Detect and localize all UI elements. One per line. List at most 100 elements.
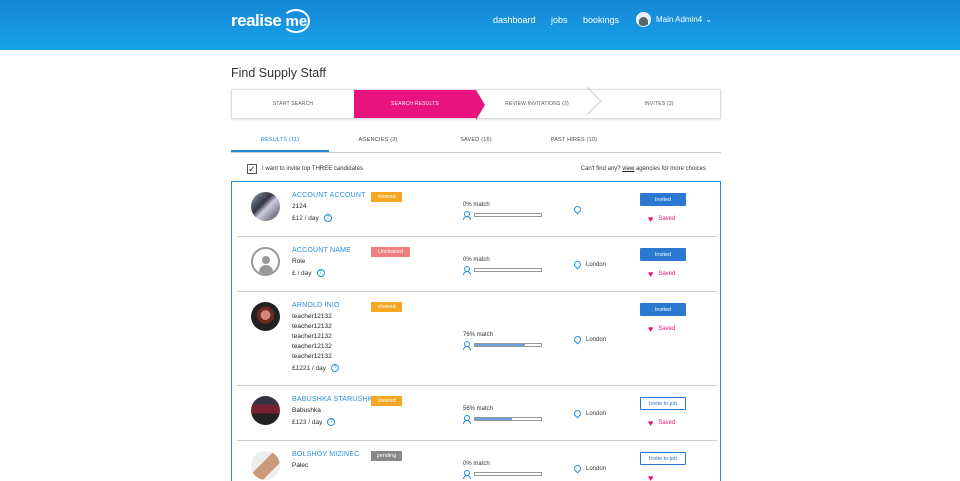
step-start-search[interactable]: START SEARCH — [232, 90, 354, 118]
candidate-rate: £ / day ? — [292, 269, 325, 277]
invited-button[interactable]: Invited — [640, 248, 686, 261]
rate-unit: / day — [311, 364, 326, 372]
heart-icon: ♥ — [648, 324, 654, 334]
location-text: London — [586, 465, 607, 472]
saved-label: Saved — [658, 271, 676, 277]
candidate-name[interactable]: ACCOUNT ACCOUNT — [292, 192, 366, 199]
candidate-name[interactable]: BOLSHOY MIZINEC — [292, 451, 359, 458]
candidate-location — [572, 204, 586, 215]
user-avatar — [636, 12, 651, 27]
saved-toggle[interactable]: ♥ Saved — [648, 324, 675, 334]
result-row: ACCOUNT NAME Uncleared Role £ / day ? 0%… — [237, 237, 717, 292]
candidate-name[interactable]: BABUSHKA STARUSHKA — [292, 396, 378, 403]
match-bar — [474, 417, 542, 421]
chevron-down-icon: ⌄ — [705, 15, 712, 24]
find-agencies-prefix: Can't find any? — [580, 166, 621, 172]
person-icon — [463, 211, 471, 220]
results-list: ACCOUNT ACCOUNT cleared 2124 £12 / day ?… — [231, 181, 721, 481]
top-header: realise me dashboard jobs bookings Main … — [0, 0, 960, 50]
person-icon — [463, 341, 471, 350]
candidate-location: London — [572, 408, 607, 419]
step-invites[interactable]: INVITES (3) — [598, 90, 720, 118]
location-text: London — [586, 261, 607, 268]
step-review-invitations[interactable]: REVIEW INVITATIONS (3) — [476, 90, 598, 118]
map-pin-icon — [572, 463, 583, 474]
nav-dashboard[interactable]: dashboard — [493, 15, 536, 25]
result-row: BOLSHOY MIZINEC pending Paleс 0% match L… — [237, 441, 717, 481]
tab-results[interactable]: RESULTS (11) — [231, 131, 329, 152]
nav-bookings[interactable]: bookings — [583, 15, 619, 25]
match-bar — [474, 213, 542, 217]
user-menu[interactable]: Main Admin4 ⌄ — [636, 12, 712, 27]
match-bar-fill — [475, 418, 512, 420]
candidate-photo[interactable] — [251, 451, 280, 480]
candidate-rate: £1221 / day ? — [292, 364, 339, 372]
candidate-role: Paleс — [292, 462, 309, 469]
find-agencies-note: Can't find any? view agencies for more c… — [581, 166, 706, 172]
status-badge: cleared — [371, 192, 402, 202]
tab-agencies[interactable]: AGENCIES (3) — [329, 131, 427, 152]
rate-unit: / day — [304, 214, 319, 222]
match-bar-fill — [475, 344, 526, 346]
status-badge: pending — [371, 451, 402, 461]
location-text: London — [586, 336, 607, 343]
page-title: Find Supply Staff — [231, 66, 326, 80]
rate-value: £1221 — [292, 364, 311, 372]
candidate-role: teacher12132 — [292, 313, 332, 320]
result-row: ACCOUNT ACCOUNT cleared 2124 £12 / day ?… — [237, 182, 717, 237]
default-avatar-icon[interactable] — [251, 247, 280, 276]
match-label: 0% match — [463, 461, 490, 467]
heart-icon: ♥ — [648, 214, 654, 224]
invite-top-three-checkbox[interactable]: ✓ — [247, 164, 257, 174]
rate-unit: / day — [297, 269, 312, 277]
location-text: London — [586, 410, 607, 417]
match-meter — [463, 415, 542, 424]
help-icon[interactable]: ? — [323, 214, 332, 222]
saved-toggle[interactable]: ♥ — [648, 474, 658, 481]
match-meter — [463, 211, 542, 220]
candidate-rate: £12 / day ? — [292, 214, 332, 222]
invite-top-three[interactable]: ✓ I want to invite top THREE candidates — [247, 164, 363, 174]
candidate-role: teacher12132 — [292, 333, 332, 340]
nav-jobs[interactable]: jobs — [551, 15, 568, 25]
match-bar — [474, 268, 542, 272]
tab-saved[interactable]: SAVED (16) — [427, 131, 525, 152]
match-label: 0% match — [463, 202, 490, 208]
saved-toggle[interactable]: ♥ Saved — [648, 269, 676, 279]
person-icon — [463, 266, 471, 275]
invite-to-job-button[interactable]: Invite to job — [640, 397, 686, 410]
result-row: ARNOLD INIO cleared teacher12132 teacher… — [237, 292, 717, 386]
tab-past-hires[interactable]: PAST HIRES (10) — [525, 131, 623, 152]
map-pin-icon — [572, 408, 583, 419]
realise-me-logo[interactable]: realise me — [231, 8, 311, 34]
candidate-photo[interactable] — [251, 302, 280, 331]
saved-toggle[interactable]: ♥ Saved — [648, 214, 675, 224]
help-icon[interactable]: ? — [327, 418, 336, 426]
help-icon[interactable]: ? — [316, 269, 325, 277]
view-agencies-link[interactable]: view — [622, 166, 634, 172]
status-badge: cleared — [371, 396, 402, 406]
candidate-location: London — [572, 463, 607, 474]
invited-button[interactable]: Invited — [640, 193, 686, 206]
status-badge: cleared — [371, 302, 402, 312]
candidate-rate: £123 / day ? — [292, 418, 336, 426]
user-name: Main Admin4 — [656, 15, 703, 24]
match-label: 76% match — [463, 332, 494, 338]
candidate-photo[interactable] — [251, 396, 280, 425]
candidate-photo[interactable] — [251, 192, 280, 221]
saved-toggle[interactable]: ♥ Saved — [648, 419, 675, 428]
candidate-name[interactable]: ACCOUNT NAME — [292, 247, 351, 254]
person-icon — [463, 415, 471, 424]
logo-me-ring: me — [282, 9, 311, 33]
help-icon[interactable]: ? — [330, 364, 339, 372]
invite-to-job-button[interactable]: Invite to job — [640, 452, 686, 465]
match-bar — [474, 472, 542, 476]
invite-top-three-label: I want to invite top THREE candidates — [262, 166, 363, 172]
heart-icon: ♥ — [648, 269, 654, 279]
step-search-results[interactable]: SEARCH RESULTS — [354, 90, 485, 120]
match-meter — [463, 266, 542, 275]
map-pin-icon — [572, 334, 583, 345]
candidate-role: teacher12132 — [292, 323, 332, 330]
invited-button[interactable]: Invited — [640, 303, 686, 316]
candidate-name[interactable]: ARNOLD INIO — [292, 302, 340, 309]
